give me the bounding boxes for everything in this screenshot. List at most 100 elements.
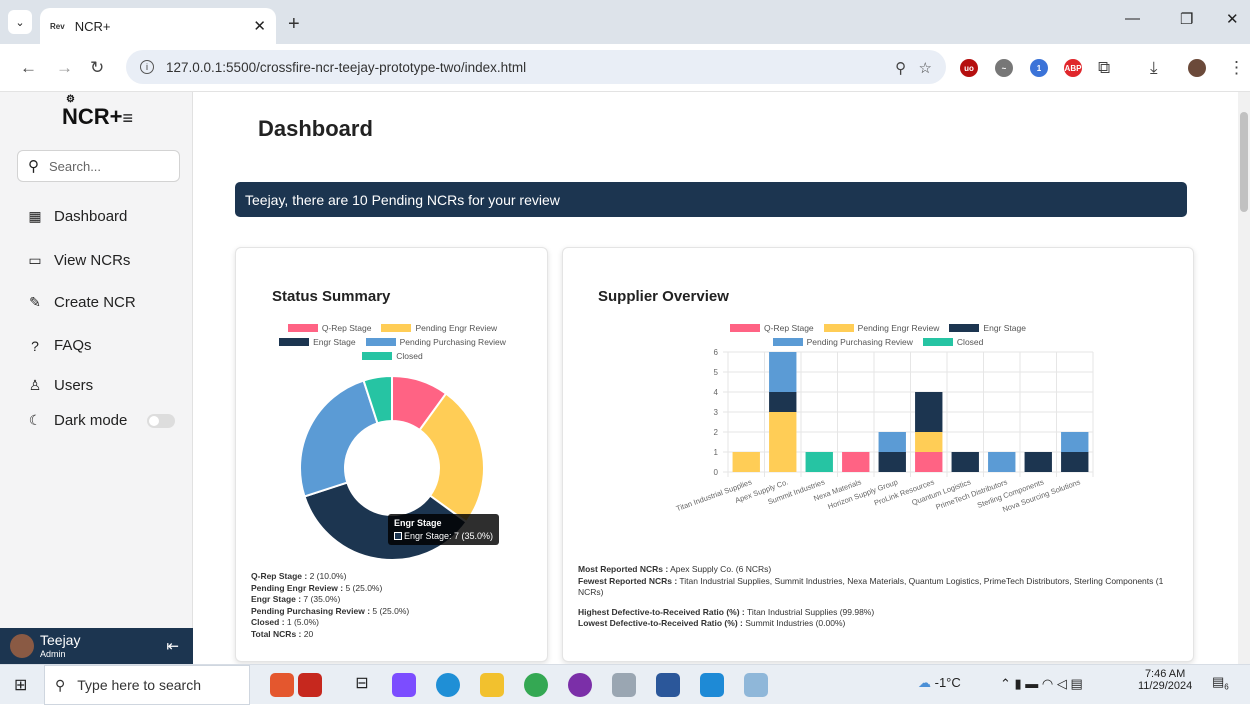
legend-item[interactable]: Pending Engr Review: [381, 323, 497, 333]
legend-item[interactable]: Engr Stage: [949, 323, 1026, 333]
restore-icon[interactable]: ❐: [1180, 10, 1193, 28]
bar-segment[interactable]: [915, 432, 943, 452]
dark-mode-toggle[interactable]: [147, 413, 176, 428]
more-menu-icon[interactable]: ⋮: [1228, 58, 1245, 78]
legend-item[interactable]: Closed: [362, 351, 423, 361]
windows-start-icon[interactable]: ⊞: [14, 675, 27, 695]
bar-segment[interactable]: [842, 452, 870, 472]
sidebar: ⚙ NCR+≡ ⚲ Search... ▦ Dashboard ▭ View NCR…: [0, 92, 193, 664]
file-explorer-icon[interactable]: [480, 673, 504, 697]
folder-icon: ▭: [28, 252, 42, 268]
task-view-icon[interactable]: ⊟: [350, 673, 374, 697]
sidebar-search-input[interactable]: ⚲ Search...: [17, 150, 180, 182]
word-icon[interactable]: [656, 673, 680, 697]
bar-segment[interactable]: [1061, 432, 1089, 452]
bar-segment[interactable]: [769, 352, 797, 392]
status-summary-title: Status Summary: [272, 288, 391, 305]
notification-center-icon[interactable]: ▤6: [1212, 674, 1229, 692]
search-icon: ⚲: [55, 676, 66, 693]
extension-badge-icon[interactable]: 1: [1030, 59, 1048, 77]
bar-segment[interactable]: [878, 432, 906, 452]
close-tab-icon[interactable]: ✕: [253, 17, 266, 35]
clock[interactable]: 7:46 AM 11/29/2024: [1138, 668, 1192, 692]
legend-swatch: [922, 338, 953, 346]
bar-segment[interactable]: [805, 452, 833, 472]
minimize-icon[interactable]: —: [1125, 10, 1140, 27]
stat-row: Highest Defective-to-Received Ratio (%) …: [578, 606, 875, 617]
edge-browser-icon[interactable]: [436, 673, 460, 697]
bar-segment[interactable]: [769, 412, 797, 472]
legend-label: Pending Engr Review: [857, 323, 940, 333]
legend-item[interactable]: Pending Purchasing Review: [772, 337, 913, 347]
legend-item[interactable]: Closed: [922, 337, 983, 347]
legend-item[interactable]: Q-Rep Stage: [730, 323, 814, 333]
browser-tab[interactable]: Rev NCR+ ✕: [40, 8, 276, 44]
tooltip-swatch: [394, 532, 402, 540]
legend-item[interactable]: Pending Engr Review: [823, 323, 940, 333]
bar-segment[interactable]: [988, 452, 1016, 472]
legend-item[interactable]: Pending Purchasing Review: [365, 337, 506, 347]
new-tab-plus-icon[interactable]: +: [288, 13, 300, 36]
legend-label: Pending Purchasing Review: [806, 337, 913, 347]
legend-label: Engr Stage: [983, 323, 1026, 333]
reload-icon[interactable]: ↻: [90, 58, 104, 78]
gift-app-icon[interactable]: [298, 673, 322, 697]
zoom-bookmark-icons[interactable]: ⚲ ☆: [895, 59, 932, 77]
download-icon[interactable]: ⤓: [1150, 58, 1158, 78]
url-text: 127.0.0.1:5500/crossfire-ncr-teejay-prot…: [166, 59, 527, 75]
calculator-icon[interactable]: [612, 673, 636, 697]
search-icon: ⚲: [28, 158, 39, 175]
bar-segment[interactable]: [769, 392, 797, 412]
github-desktop-icon[interactable]: [568, 673, 592, 697]
legend-item[interactable]: Engr Stage: [279, 337, 356, 347]
bar-segment[interactable]: [732, 452, 760, 472]
window-close-icon[interactable]: ✕: [1226, 10, 1239, 28]
bar-segment[interactable]: [915, 452, 943, 472]
sidebar-item-view-ncrs[interactable]: ▭ View NCRs: [26, 252, 130, 269]
browser-tab-strip: ⌄ Rev NCR+ ✕ + — ❐ ✕: [0, 0, 1250, 44]
status-summary-card: Status Summary Q-Rep Stage Pending Engr R…: [235, 247, 548, 662]
scrollbar-thumb[interactable]: [1240, 112, 1248, 212]
extension-icon[interactable]: ~: [995, 59, 1013, 77]
back-arrow-icon[interactable]: ←: [20, 58, 37, 78]
site-info-icon[interactable]: i: [140, 60, 154, 74]
chrome-icon[interactable]: [524, 673, 548, 697]
legend-item[interactable]: Q-Rep Stage: [287, 323, 372, 333]
copilot-icon[interactable]: [392, 673, 416, 697]
sidebar-item-faqs[interactable]: ? FAQs: [26, 337, 91, 354]
tab-search-chevron-icon[interactable]: ⌄: [8, 10, 32, 34]
forward-arrow-icon[interactable]: →: [56, 58, 73, 78]
avatar[interactable]: [10, 634, 34, 658]
bar-segment[interactable]: [878, 452, 906, 472]
logout-icon[interactable]: ⇤: [166, 637, 179, 655]
adblock-extension-icon[interactable]: ABP: [1064, 59, 1082, 77]
app-logo[interactable]: ⚙ NCR+≡: [62, 95, 134, 130]
bar-segment[interactable]: [915, 392, 943, 432]
legend-label: Q-Rep Stage: [321, 323, 372, 333]
legend-swatch: [949, 324, 980, 332]
extensions-puzzle-icon[interactable]: ⧉: [1098, 58, 1110, 78]
taskbar-search-input[interactable]: ⚲ Type here to search: [44, 665, 250, 705]
system-tray-icons[interactable]: ⌃ ▮ ▬ ◠ ◁ ▤: [1000, 676, 1083, 692]
donut-slice[interactable]: [299, 379, 379, 498]
url-bar[interactable]: i 127.0.0.1:5500/crossfire-ncr-teejay-pr…: [126, 50, 946, 84]
sidebar-item-label: Dark mode: [54, 412, 128, 429]
profile-avatar-icon[interactable]: [1188, 59, 1206, 77]
bar-segment[interactable]: [1061, 452, 1089, 472]
sidebar-item-dark-mode[interactable]: ☾ Dark mode: [26, 412, 176, 429]
stat-row: Most Reported NCRs : Apex Supply Co. (6 …: [578, 564, 772, 574]
vscode-icon[interactable]: [700, 673, 724, 697]
sidebar-item-create-ncr[interactable]: ✎ Create NCR: [26, 294, 136, 311]
bar-segment[interactable]: [951, 452, 979, 472]
sidebar-item-dashboard[interactable]: ▦ Dashboard: [26, 208, 127, 225]
sidebar-item-users[interactable]: ♙ Users: [26, 377, 93, 394]
notification-count: 6: [1224, 682, 1229, 692]
weather-widget[interactable]: ☁ -1°C: [918, 675, 961, 691]
y-tick-label: 3: [714, 408, 719, 417]
ublock-extension-icon[interactable]: uo: [960, 59, 978, 77]
menu-toggle-icon[interactable]: ≡: [123, 108, 134, 128]
app-icon[interactable]: [744, 673, 768, 697]
alarm-clock-app-icon[interactable]: [270, 673, 294, 697]
page-scrollbar[interactable]: [1238, 92, 1250, 664]
bar-segment[interactable]: [1024, 452, 1052, 472]
